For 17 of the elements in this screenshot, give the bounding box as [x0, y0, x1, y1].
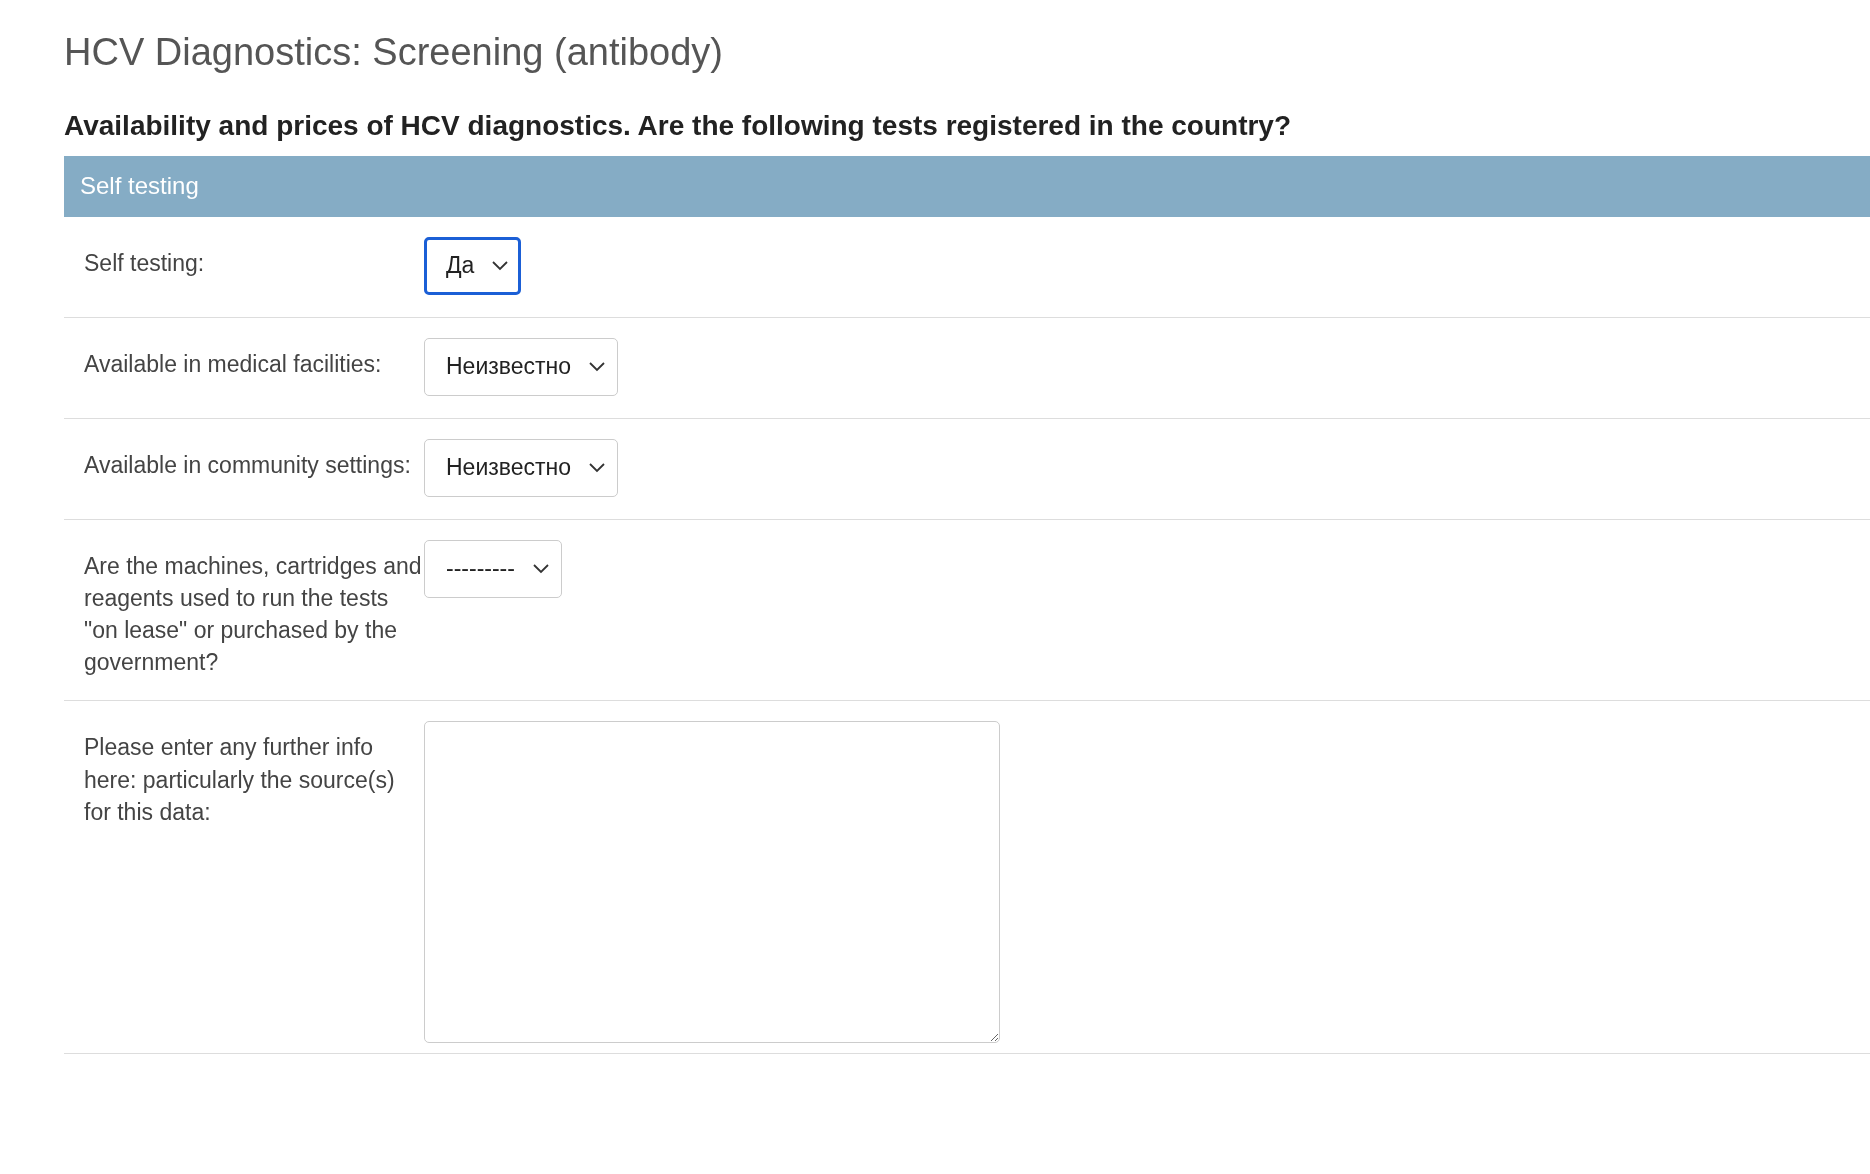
field-label: Self testing: [84, 248, 206, 278]
field-label: Please enter any further info here: particularly the source(s) for this data: [84, 733, 396, 827]
field-label: Are the machines, cartridges and reagents used to run the tests "on lease" or purchased by the government? [84, 551, 423, 678]
dropdown[interactable]: Неизвестно [424, 337, 619, 396]
dropdown[interactable]: Да [424, 236, 522, 295]
question-heading: Availability and prices of HCV diagnostics. Are the following tests registered in the country? [64, 109, 1293, 142]
chevron-down-icon [532, 563, 549, 574]
chevron-down-icon [492, 260, 509, 271]
field-label: Available in community settings: [84, 450, 412, 480]
dropdown[interactable]: --------- [424, 539, 562, 598]
chevron-down-icon [589, 361, 606, 372]
section-header: Self testing [64, 155, 1870, 217]
text-area[interactable] [424, 721, 1000, 1044]
chevron-down-icon [589, 462, 606, 473]
page-title: HCV Diagnostics: Screening (antibody) [64, 30, 724, 75]
field-label: Available in medical facilities: [84, 349, 383, 379]
dropdown[interactable]: Неизвестно [424, 438, 619, 497]
